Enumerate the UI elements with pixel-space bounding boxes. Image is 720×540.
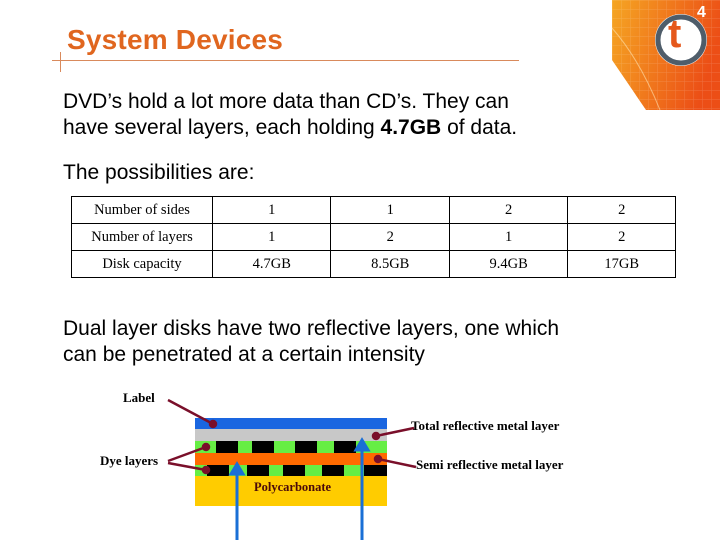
- dye-layers-caption: Dye layers: [100, 453, 159, 468]
- semi-reflective-layer: [195, 453, 387, 465]
- label-caption: Label: [123, 390, 155, 405]
- polycarbonate-caption: Polycarbonate: [254, 480, 332, 494]
- semi-reflective-caption: Semi reflective metal layer: [416, 457, 564, 472]
- total-reflective-caption: Total reflective metal layer: [411, 418, 560, 433]
- label-layer: [195, 418, 387, 429]
- total-reflective-layer: [195, 429, 387, 441]
